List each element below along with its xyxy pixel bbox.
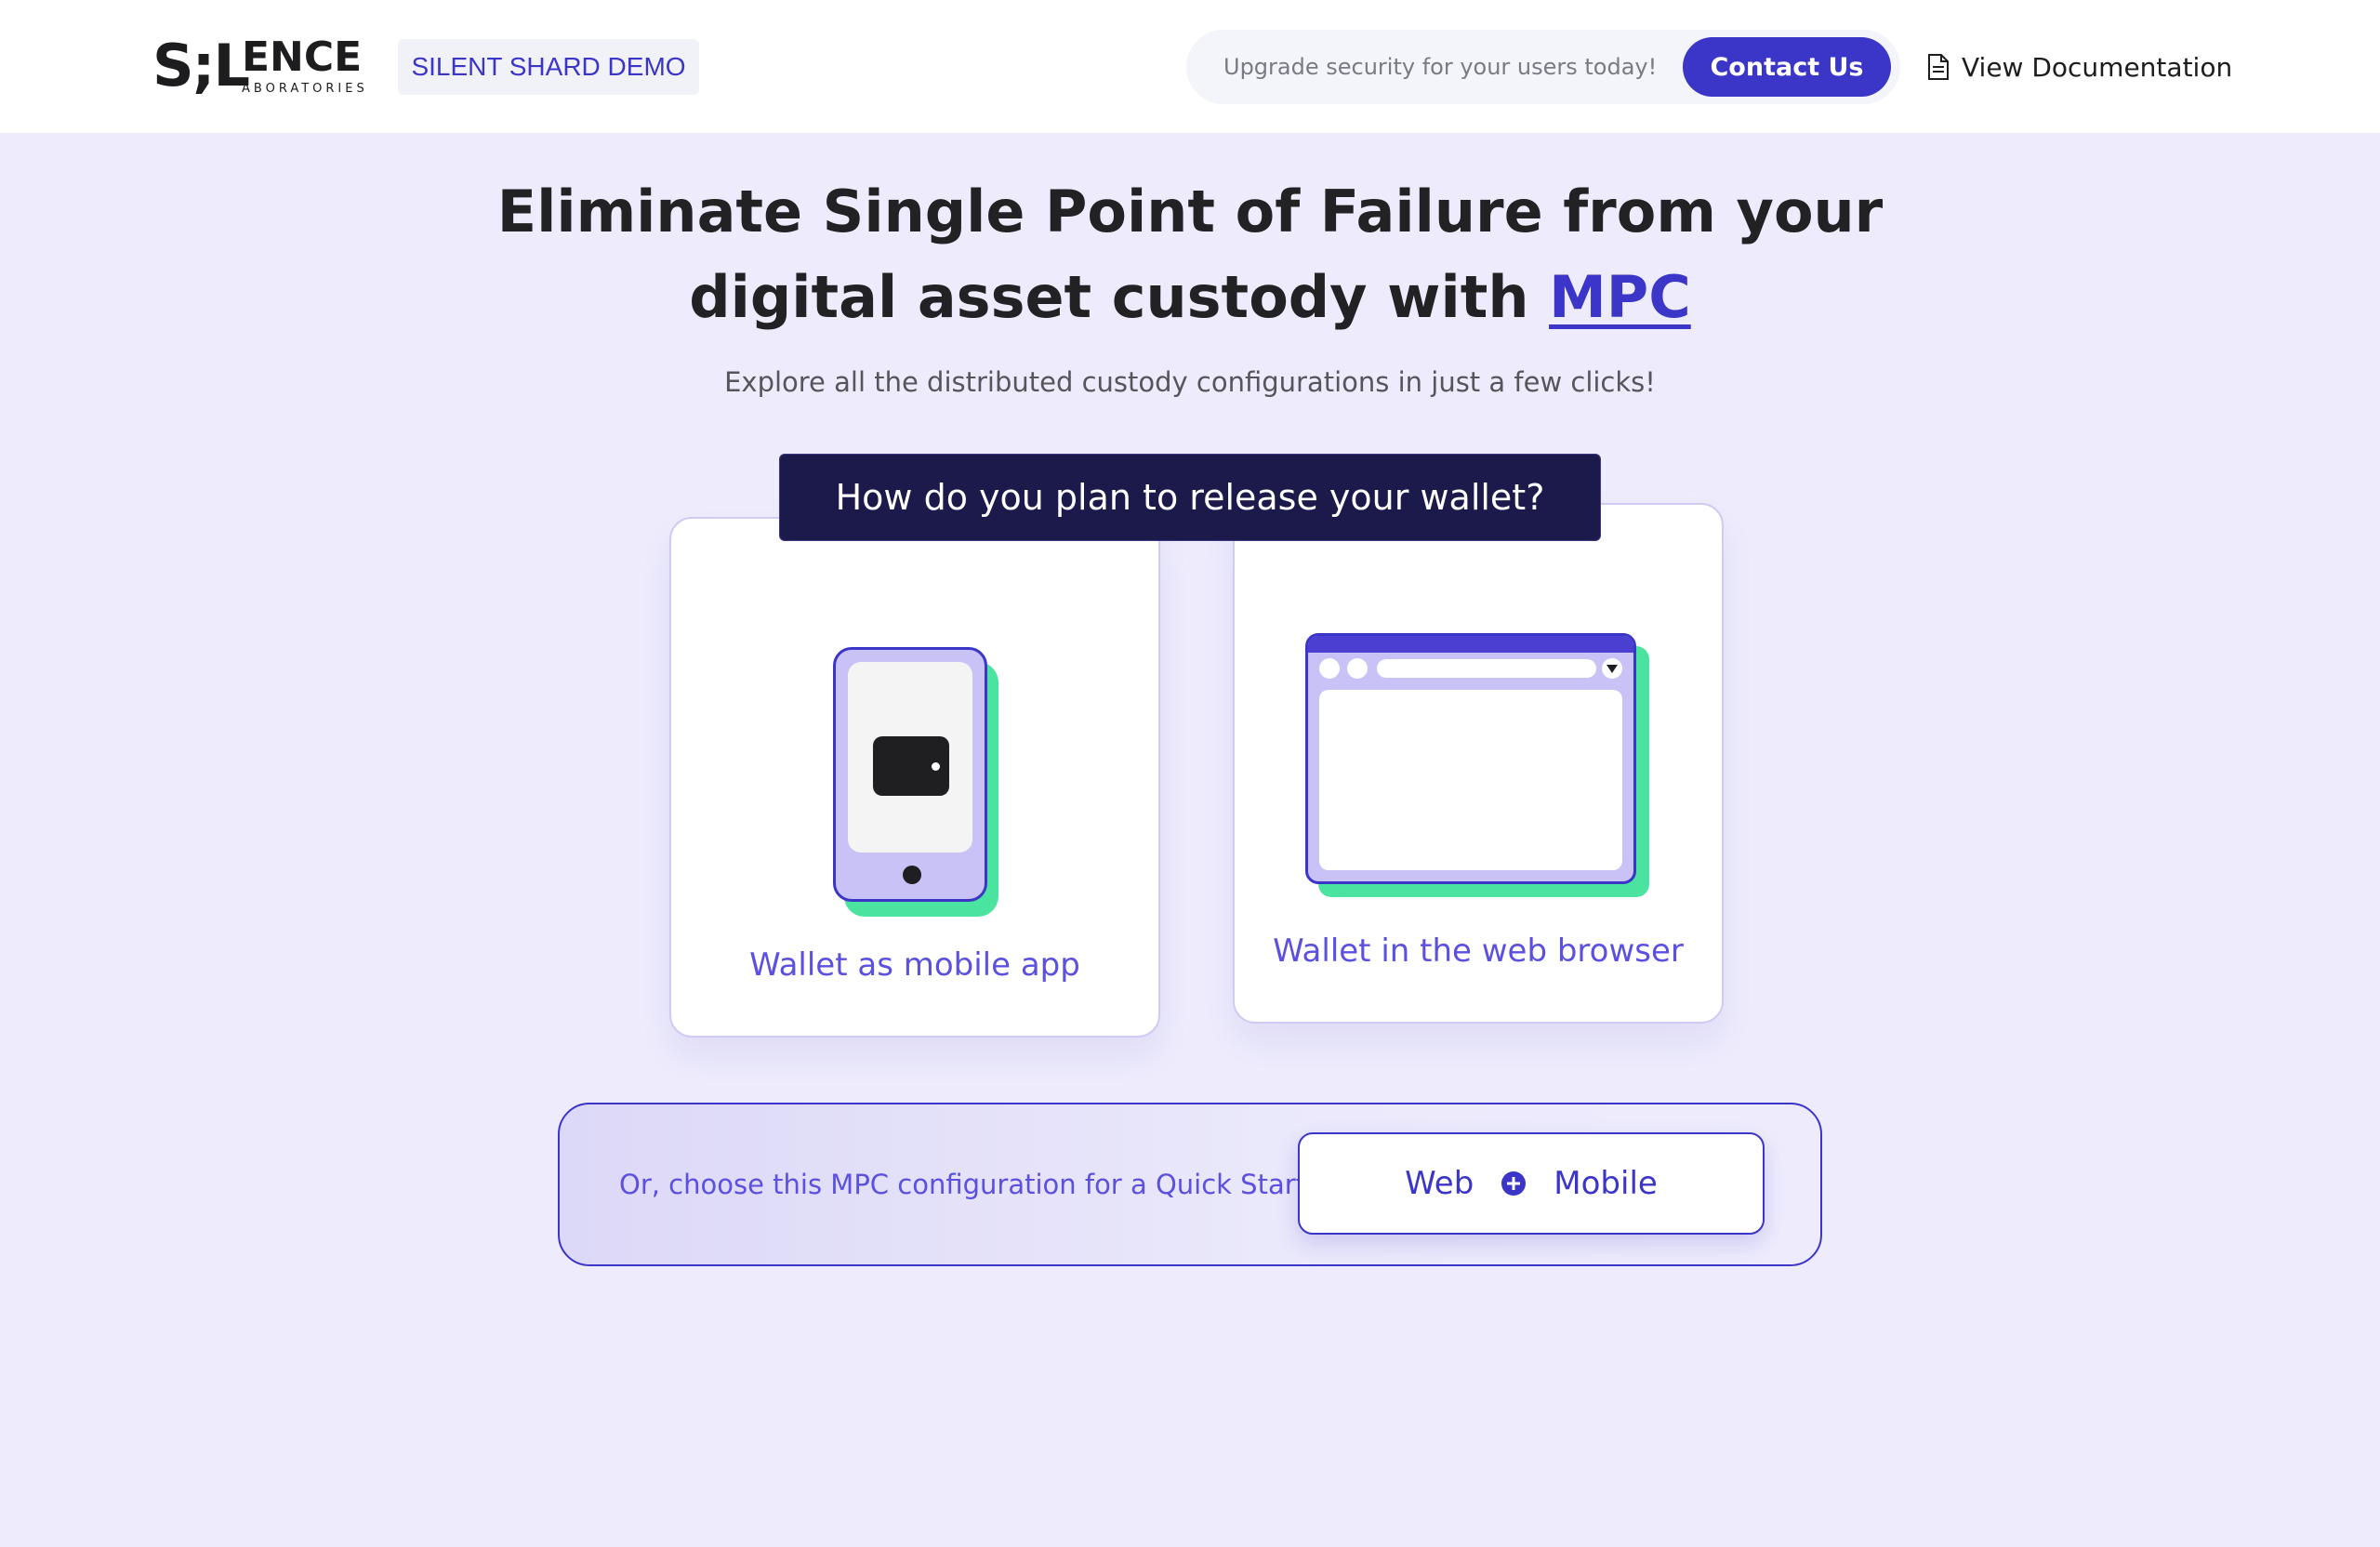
web-plus-mobile-button[interactable]: Web Mobile bbox=[1298, 1132, 1765, 1235]
demo-badge: SILENT SHARD DEMO bbox=[398, 39, 699, 95]
quick-start-web-label: Web bbox=[1405, 1165, 1474, 1202]
wallet-icon bbox=[873, 731, 949, 796]
plus-circle-icon bbox=[1501, 1171, 1527, 1196]
web-browser-option-label: Wallet in the web browser bbox=[1273, 932, 1684, 970]
quick-start-text: Or, choose this MPC configuration for a … bbox=[619, 1169, 1317, 1200]
mpc-link[interactable]: MPC bbox=[1549, 263, 1691, 331]
logo-subtext: ABORATORIES bbox=[242, 82, 368, 96]
top-header: S;L ENCE ABORATORIES SILENT SHARD DEMO U… bbox=[0, 0, 2380, 133]
silence-laboratories-logo[interactable]: S;L ENCE ABORATORIES bbox=[152, 33, 366, 99]
mobile-app-option-label: Wallet as mobile app bbox=[749, 946, 1080, 984]
hero-title-line2: digital asset custody with MPC bbox=[446, 255, 1934, 340]
logo-mark: S;L bbox=[152, 32, 250, 99]
hero-subtitle: Explore all the distributed custody conf… bbox=[724, 366, 1656, 398]
hero-title: Eliminate Single Point of Failure from y… bbox=[446, 169, 1934, 340]
web-browser-option-card[interactable]: Wallet in the web browser bbox=[1233, 503, 1724, 1024]
browser-menu-icon bbox=[1602, 658, 1622, 679]
wallet-release-question: How do you plan to release your wallet? bbox=[779, 454, 1601, 541]
hero-title-line1: Eliminate Single Point of Failure from y… bbox=[496, 178, 1884, 245]
quick-start-mobile-label: Mobile bbox=[1554, 1165, 1658, 1202]
contact-us-button[interactable]: Contact Us bbox=[1683, 37, 1891, 97]
logo-wordmark: ENCE bbox=[242, 33, 363, 81]
hero-title-line2-text: digital asset custody with bbox=[689, 263, 1529, 331]
quick-start-bar: Or, choose this MPC configuration for a … bbox=[558, 1103, 1822, 1266]
document-icon bbox=[1928, 54, 1949, 80]
view-documentation-link[interactable]: View Documentation bbox=[1926, 41, 2232, 93]
mobile-app-option-card[interactable]: Wallet as mobile app bbox=[669, 517, 1160, 1038]
view-documentation-label: View Documentation bbox=[1962, 51, 2233, 83]
upgrade-text: Upgrade security for your users today! bbox=[1223, 54, 1658, 80]
